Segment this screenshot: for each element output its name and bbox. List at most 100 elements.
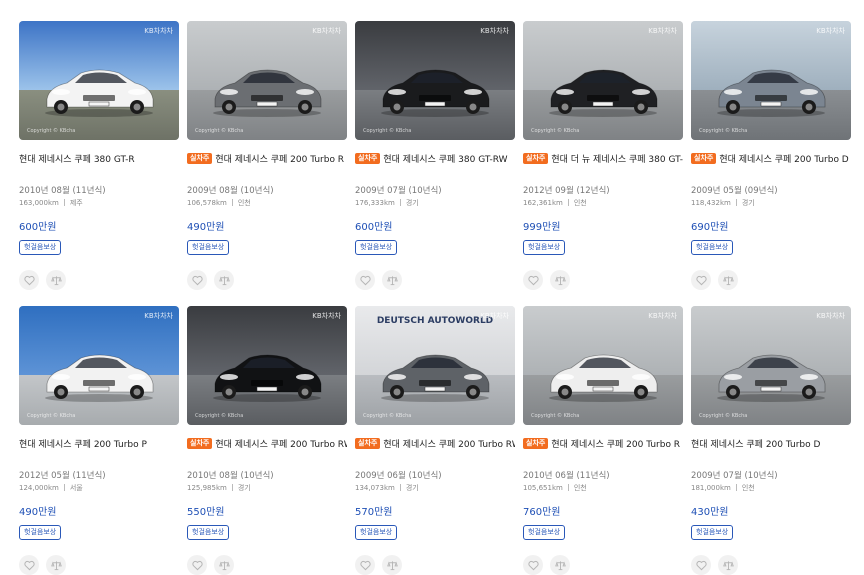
title-row[interactable]: 현대 제네시스 쿠페 380 GT-R [19, 151, 179, 165]
car-photo[interactable]: KB차차차 Copyright © KBcha [523, 306, 683, 425]
listing-title[interactable]: 현대 제네시스 쿠페 380 GT-R [19, 152, 135, 165]
meta-divider [63, 199, 65, 206]
listing-actions [691, 555, 851, 575]
listing-card[interactable]: KB차차차 Copyright © KBcha 실차주 현대 제네시스 쿠페 380 … [355, 21, 515, 290]
compensation-tag: 헛걸음보상 [691, 240, 734, 255]
heart-icon [527, 275, 539, 285]
compare-button[interactable] [382, 270, 402, 290]
listing-mileage: 125,985km [187, 484, 227, 492]
verified-owner-badge: 실차주 [523, 437, 549, 449]
listing-card[interactable]: KB차차차 Copyright © KBcha 현대 제네시스 쿠페 200 Tur… [691, 306, 851, 575]
title-row[interactable]: 실차주 현대 제네시스 쿠페 200 Turbo D [691, 151, 851, 165]
compare-button[interactable] [46, 555, 66, 575]
favorite-button[interactable] [187, 555, 207, 575]
listing-meta: 162,361km 인천 [523, 198, 683, 207]
listing-card[interactable]: KB차차차 Copyright © KBcha 실차주 현대 더 뉴 제네시스 쿠페 … [523, 21, 683, 290]
favorite-button[interactable] [523, 270, 543, 290]
listing-card[interactable]: DEUTSCH AUTOWORLD KB차차차 Copyright © KBcha 실… [355, 306, 515, 575]
car-photo[interactable]: KB차차차 Copyright © KBcha [19, 306, 179, 425]
watermark-text: KB차차차 [648, 312, 677, 320]
listing-card[interactable]: KB차차차 Copyright © KBcha 현대 제네시스 쿠페 380 GT-… [19, 21, 179, 290]
compare-button[interactable] [550, 270, 570, 290]
meta-divider [735, 484, 737, 491]
listing-title[interactable]: 현대 제네시스 쿠페 200 Turbo P [19, 437, 147, 450]
listing-year: 2010년 08월 (11년식) [19, 186, 106, 196]
listing-meta: 181,000km 인천 [691, 483, 851, 492]
copyright-text: Copyright © KBcha [699, 128, 748, 134]
listing-title[interactable]: 현대 제네시스 쿠페 200 Turbo RW [215, 437, 347, 450]
listing-price: 550만원 [187, 507, 225, 518]
listing-title[interactable]: 현대 제네시스 쿠페 200 Turbo R [215, 152, 344, 165]
favorite-button[interactable] [187, 270, 207, 290]
meta-divider [567, 199, 569, 206]
title-row[interactable]: 실차주 현대 제네시스 쿠페 380 GT-RW [355, 151, 515, 165]
favorite-button[interactable] [523, 555, 543, 575]
listing-title[interactable]: 현대 제네시스 쿠페 200 Turbo D [691, 437, 820, 450]
title-row[interactable]: 실차주 현대 더 뉴 제네시스 쿠페 380 GT-R [523, 151, 683, 165]
watermark-text: KB차차차 [648, 27, 677, 35]
favorite-button[interactable] [691, 555, 711, 575]
favorite-button[interactable] [19, 555, 39, 575]
car-photo[interactable]: KB차차차 Copyright © KBcha [187, 306, 347, 425]
listing-year: 2009년 08월 (10년식) [187, 186, 274, 196]
listing-title[interactable]: 현대 더 뉴 제네시스 쿠페 380 GT-R [551, 152, 683, 165]
listing-card[interactable]: KB차차차 Copyright © KBcha 실차주 현대 제네시스 쿠페 200 … [523, 306, 683, 575]
compare-button[interactable] [718, 555, 738, 575]
car-photo[interactable]: KB차차차 Copyright © KBcha [355, 21, 515, 140]
listing-card[interactable]: KB차차차 Copyright © KBcha 실차주 현대 제네시스 쿠페 200 … [187, 306, 347, 575]
compare-button[interactable] [382, 555, 402, 575]
title-row[interactable]: 실차주 현대 제네시스 쿠페 200 Turbo RW [187, 436, 347, 450]
compare-button[interactable] [214, 555, 234, 575]
compare-button[interactable] [550, 555, 570, 575]
title-row[interactable]: 현대 제네시스 쿠페 200 Turbo D [691, 436, 851, 450]
car-photo[interactable]: KB차차차 Copyright © KBcha [187, 21, 347, 140]
copyright-text: Copyright © KBcha [195, 128, 244, 134]
watermark-text: KB차차차 [144, 27, 173, 35]
compensation-tag: 헛걸음보상 [691, 525, 734, 540]
listing-grid: KB차차차 Copyright © KBcha 현대 제네시스 쿠페 380 GT-… [0, 0, 864, 575]
car-photo[interactable]: KB차차차 Copyright © KBcha [19, 21, 179, 140]
scale-icon [50, 275, 62, 285]
favorite-button[interactable] [691, 270, 711, 290]
favorite-button[interactable] [355, 270, 375, 290]
listing-title[interactable]: 현대 제네시스 쿠페 380 GT-RW [383, 152, 507, 165]
compare-button[interactable] [46, 270, 66, 290]
listing-mileage: 134,073km [355, 484, 395, 492]
copyright-text: Copyright © KBcha [531, 128, 580, 134]
favorite-button[interactable] [19, 270, 39, 290]
title-row[interactable]: 실차주 현대 제네시스 쿠페 200 Turbo R [187, 151, 347, 165]
favorite-button[interactable] [355, 555, 375, 575]
listing-mileage: 118,432km [691, 199, 731, 207]
listing-title[interactable]: 현대 제네시스 쿠페 200 Turbo R [551, 437, 680, 450]
car-image [45, 69, 154, 117]
compare-button[interactable] [214, 270, 234, 290]
compensation-tag: 헛걸음보상 [187, 525, 230, 540]
listing-card[interactable]: KB차차차 Copyright © KBcha 실차주 현대 제네시스 쿠페 200 … [691, 21, 851, 290]
listing-region: 인천 [573, 484, 587, 492]
title-row[interactable]: 실차주 현대 제네시스 쿠페 200 Turbo RW [355, 436, 515, 450]
car-photo[interactable]: KB차차차 Copyright © KBcha [691, 306, 851, 425]
title-row[interactable]: 실차주 현대 제네시스 쿠페 200 Turbo R [523, 436, 683, 450]
car-photo[interactable]: KB차차차 Copyright © KBcha [691, 21, 851, 140]
copyright-text: Copyright © KBcha [27, 413, 76, 419]
listing-meta: 176,333km 경기 [355, 198, 515, 207]
listing-price: 999만원 [523, 222, 561, 233]
car-photo[interactable]: DEUTSCH AUTOWORLD KB차차차 Copyright © KBcha [355, 306, 515, 425]
car-image [381, 69, 490, 117]
compensation-tag: 헛걸음보상 [523, 240, 566, 255]
heart-icon [191, 275, 203, 285]
tag-wrap: 헛걸음보상 [187, 516, 347, 540]
listing-card[interactable]: KB차차차 Copyright © KBcha 실차주 현대 제네시스 쿠페 200 … [187, 21, 347, 290]
verified-owner-badge: 실차주 [355, 437, 381, 449]
tag-wrap: 헛걸음보상 [355, 516, 515, 540]
compensation-tag: 헛걸음보상 [355, 525, 398, 540]
listing-actions [523, 270, 683, 290]
title-row[interactable]: 현대 제네시스 쿠페 200 Turbo P [19, 436, 179, 450]
listing-card[interactable]: KB차차차 Copyright © KBcha 현대 제네시스 쿠페 200 Tur… [19, 306, 179, 575]
compare-button[interactable] [718, 270, 738, 290]
listing-year: 2012년 09월 (12년식) [523, 186, 610, 196]
car-photo[interactable]: KB차차차 Copyright © KBcha [523, 21, 683, 140]
listing-title[interactable]: 현대 제네시스 쿠페 200 Turbo D [719, 152, 848, 165]
listing-title[interactable]: 현대 제네시스 쿠페 200 Turbo RW [383, 437, 515, 450]
heart-icon [695, 275, 707, 285]
